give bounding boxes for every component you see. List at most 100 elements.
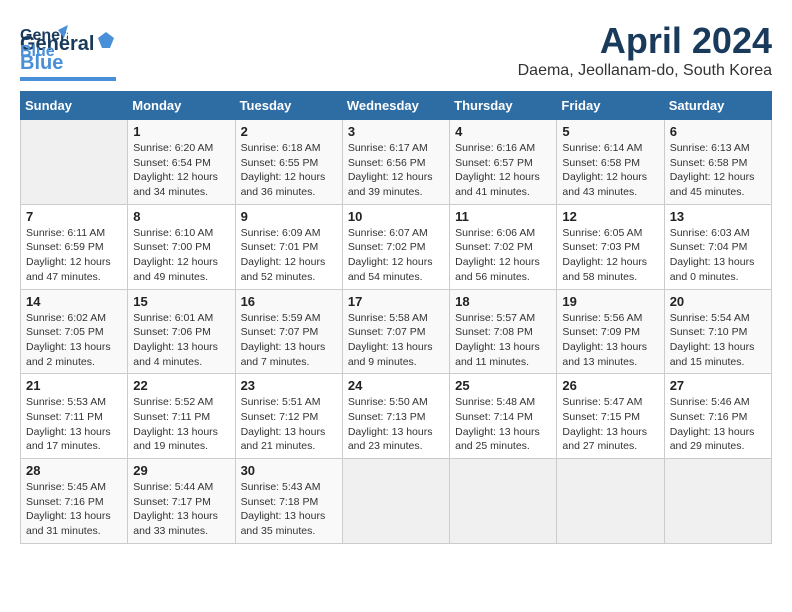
day-info: Sunrise: 6:06 AM Sunset: 7:02 PM Dayligh… [455, 226, 551, 285]
week-row-5: 28 Sunrise: 5:45 AM Sunset: 7:16 PM Dayli… [21, 459, 772, 544]
day-number: 4 [455, 124, 551, 139]
day-info: Sunrise: 5:50 AM Sunset: 7:13 PM Dayligh… [348, 395, 444, 454]
day-cell: 25 Sunrise: 5:48 AM Sunset: 7:14 PM Dayli… [450, 374, 557, 459]
day-cell: 14 Sunrise: 6:02 AM Sunset: 7:05 PM Dayli… [21, 289, 128, 374]
day-info: Sunrise: 6:05 AM Sunset: 7:03 PM Dayligh… [562, 226, 658, 285]
day-cell [21, 120, 128, 205]
day-info: Sunrise: 6:18 AM Sunset: 6:55 PM Dayligh… [241, 141, 337, 200]
day-cell: 4 Sunrise: 6:16 AM Sunset: 6:57 PM Daylig… [450, 120, 557, 205]
day-info: Sunrise: 6:07 AM Sunset: 7:02 PM Dayligh… [348, 226, 444, 285]
day-info: Sunrise: 5:58 AM Sunset: 7:07 PM Dayligh… [348, 311, 444, 370]
day-cell: 26Sunrise: 5:47 AM Sunset: 7:15 PM Dayli… [557, 374, 664, 459]
day-cell: 30 Sunrise: 5:43 AM Sunset: 7:18 PM Dayli… [235, 459, 342, 544]
day-info: Sunrise: 5:44 AM Sunset: 7:17 PM Dayligh… [133, 480, 229, 539]
day-number: 3 [348, 124, 444, 139]
day-number: 28 [26, 463, 122, 478]
day-cell: 27 Sunrise: 5:46 AM Sunset: 7:16 PM Dayli… [664, 374, 771, 459]
day-cell: 13Sunrise: 6:03 AM Sunset: 7:04 PM Dayli… [664, 204, 771, 289]
day-info: Sunrise: 5:48 AM Sunset: 7:14 PM Dayligh… [455, 395, 551, 454]
header-row: SundayMondayTuesdayWednesdayThursdayFrid… [21, 92, 772, 120]
day-info: Sunrise: 6:13 AM Sunset: 6:58 PM Dayligh… [670, 141, 766, 200]
day-number: 12 [562, 209, 658, 224]
logo-bar [20, 77, 116, 81]
day-number: 15 [133, 294, 229, 309]
header-cell-sunday: Sunday [21, 92, 128, 120]
day-cell: 24 Sunrise: 5:50 AM Sunset: 7:13 PM Dayli… [342, 374, 449, 459]
day-number: 30 [241, 463, 337, 478]
day-cell: 8Sunrise: 6:10 AM Sunset: 7:00 PM Daylig… [128, 204, 235, 289]
day-cell: 23 Sunrise: 5:51 AM Sunset: 7:12 PM Dayli… [235, 374, 342, 459]
day-info: Sunrise: 6:17 AM Sunset: 6:56 PM Dayligh… [348, 141, 444, 200]
day-info: Sunrise: 5:56 AM Sunset: 7:09 PM Dayligh… [562, 311, 658, 370]
calendar-table: SundayMondayTuesdayWednesdayThursdayFrid… [20, 91, 772, 544]
day-info: Sunrise: 6:14 AM Sunset: 6:58 PM Dayligh… [562, 141, 658, 200]
day-number: 2 [241, 124, 337, 139]
day-number: 1 [133, 124, 229, 139]
day-cell: 16 Sunrise: 5:59 AM Sunset: 7:07 PM Dayli… [235, 289, 342, 374]
day-info: Sunrise: 6:16 AM Sunset: 6:57 PM Dayligh… [455, 141, 551, 200]
day-number: 11 [455, 209, 551, 224]
day-info: Sunrise: 6:01 AM Sunset: 7:06 PM Dayligh… [133, 311, 229, 370]
week-row-1: 1 Sunrise: 6:20 AM Sunset: 6:54 PM Daylig… [21, 120, 772, 205]
day-number: 23 [241, 378, 337, 393]
day-info: Sunrise: 5:57 AM Sunset: 7:08 PM Dayligh… [455, 311, 551, 370]
day-info: Sunrise: 5:51 AM Sunset: 7:12 PM Dayligh… [241, 395, 337, 454]
day-info: Sunrise: 5:59 AM Sunset: 7:07 PM Dayligh… [241, 311, 337, 370]
day-info: Sunrise: 5:54 AM Sunset: 7:10 PM Dayligh… [670, 311, 766, 370]
day-number: 14 [26, 294, 122, 309]
day-info: Sunrise: 6:09 AM Sunset: 7:01 PM Dayligh… [241, 226, 337, 285]
day-info: Sunrise: 5:52 AM Sunset: 7:11 PM Dayligh… [133, 395, 229, 454]
month-title: April 2024 [518, 20, 772, 62]
day-info: Sunrise: 6:11 AM Sunset: 6:59 PM Dayligh… [26, 226, 122, 285]
title-area: April 2024 Daema, Jeollanam-do, South Ko… [518, 20, 772, 80]
day-cell: 3 Sunrise: 6:17 AM Sunset: 6:56 PM Daylig… [342, 120, 449, 205]
header-cell-wednesday: Wednesday [342, 92, 449, 120]
day-info: Sunrise: 6:03 AM Sunset: 7:04 PM Dayligh… [670, 226, 766, 285]
day-number: 22 [133, 378, 229, 393]
day-cell: 29 Sunrise: 5:44 AM Sunset: 7:17 PM Dayli… [128, 459, 235, 544]
day-cell: 7 Sunrise: 6:11 AM Sunset: 6:59 PM Daylig… [21, 204, 128, 289]
day-info: Sunrise: 5:53 AM Sunset: 7:11 PM Dayligh… [26, 395, 122, 454]
day-number: 19 [562, 294, 658, 309]
day-cell: 5 Sunrise: 6:14 AM Sunset: 6:58 PM Daylig… [557, 120, 664, 205]
day-info: Sunrise: 6:20 AM Sunset: 6:54 PM Dayligh… [133, 141, 229, 200]
day-cell: 22 Sunrise: 5:52 AM Sunset: 7:11 PM Dayli… [128, 374, 235, 459]
header-cell-friday: Friday [557, 92, 664, 120]
day-cell: 11 Sunrise: 6:06 AM Sunset: 7:02 PM Dayli… [450, 204, 557, 289]
day-info: Sunrise: 5:47 AM Sunset: 7:15 PM Dayligh… [562, 395, 658, 454]
day-cell: 28 Sunrise: 5:45 AM Sunset: 7:16 PM Dayli… [21, 459, 128, 544]
day-info: Sunrise: 6:02 AM Sunset: 7:05 PM Dayligh… [26, 311, 122, 370]
day-cell: 12 Sunrise: 6:05 AM Sunset: 7:03 PM Dayli… [557, 204, 664, 289]
week-row-2: 7 Sunrise: 6:11 AM Sunset: 6:59 PM Daylig… [21, 204, 772, 289]
day-number: 27 [670, 378, 766, 393]
day-number: 7 [26, 209, 122, 224]
day-cell [557, 459, 664, 544]
day-cell: 6 Sunrise: 6:13 AM Sunset: 6:58 PM Daylig… [664, 120, 771, 205]
day-number: 21 [26, 378, 122, 393]
day-cell [342, 459, 449, 544]
day-cell [664, 459, 771, 544]
day-number: 24 [348, 378, 444, 393]
day-info: Sunrise: 5:45 AM Sunset: 7:16 PM Dayligh… [26, 480, 122, 539]
day-number: 6 [670, 124, 766, 139]
day-info: Sunrise: 5:43 AM Sunset: 7:18 PM Dayligh… [241, 480, 337, 539]
day-number: 18 [455, 294, 551, 309]
day-info: Sunrise: 5:46 AM Sunset: 7:16 PM Dayligh… [670, 395, 766, 454]
day-cell: 17Sunrise: 5:58 AM Sunset: 7:07 PM Dayli… [342, 289, 449, 374]
day-cell: 18 Sunrise: 5:57 AM Sunset: 7:08 PM Dayli… [450, 289, 557, 374]
day-cell: 1 Sunrise: 6:20 AM Sunset: 6:54 PM Daylig… [128, 120, 235, 205]
day-cell: 15 Sunrise: 6:01 AM Sunset: 7:06 PM Dayli… [128, 289, 235, 374]
header-cell-thursday: Thursday [450, 92, 557, 120]
day-number: 29 [133, 463, 229, 478]
day-number: 25 [455, 378, 551, 393]
day-cell: 9Sunrise: 6:09 AM Sunset: 7:01 PM Daylig… [235, 204, 342, 289]
day-cell [450, 459, 557, 544]
svg-text:Blue: Blue [20, 43, 55, 60]
day-number: 8 [133, 209, 229, 224]
week-row-4: 21 Sunrise: 5:53 AM Sunset: 7:11 PM Dayli… [21, 374, 772, 459]
day-cell: 21 Sunrise: 5:53 AM Sunset: 7:11 PM Dayli… [21, 374, 128, 459]
day-number: 5 [562, 124, 658, 139]
header-cell-tuesday: Tuesday [235, 92, 342, 120]
week-row-3: 14 Sunrise: 6:02 AM Sunset: 7:05 PM Dayli… [21, 289, 772, 374]
day-number: 16 [241, 294, 337, 309]
